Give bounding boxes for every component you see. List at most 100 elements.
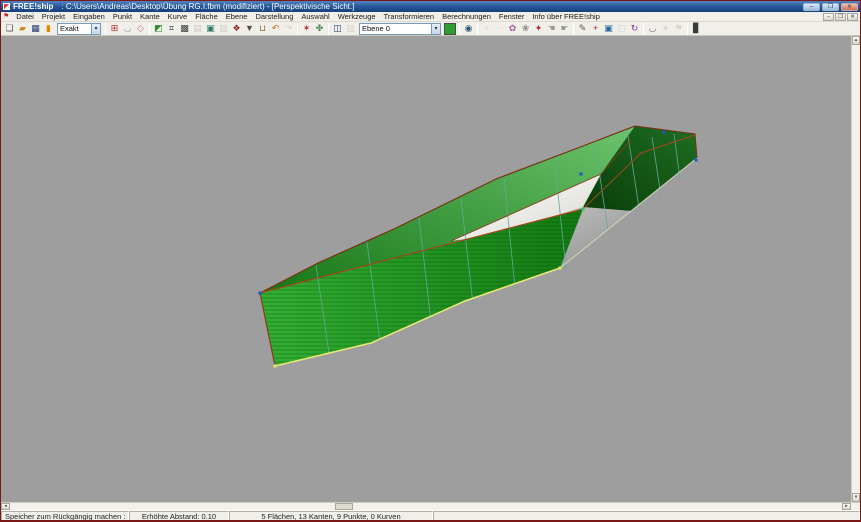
redo-icon[interactable]: ↷	[282, 22, 295, 35]
app-icon	[3, 3, 10, 10]
export-file-icon[interactable]: ▮	[42, 22, 55, 35]
menu-item-punkt[interactable]: Punkt	[109, 12, 136, 22]
scroll-up-icon[interactable]: ▴	[852, 36, 860, 45]
menu-item-transformieren[interactable]: Transformieren	[380, 12, 439, 22]
developability-icon[interactable]: ◇	[134, 22, 147, 35]
layer-color-swatch[interactable]	[444, 23, 456, 35]
status-undo-memory: Speicher zum Rückgängig machen : 126 Kb.	[1, 511, 129, 522]
menu-item-darstellung[interactable]: Darstellung	[251, 12, 297, 22]
lock-points-icon[interactable]: ✦	[532, 22, 545, 35]
save-file-icon[interactable]: ▦	[29, 22, 42, 35]
layer-combo-value: Ebene 0	[360, 24, 431, 33]
mdi-minimize-button[interactable]: –	[823, 13, 834, 21]
mdi-restore-button[interactable]: ❐	[835, 13, 846, 21]
interior-edges-icon[interactable]: ⊞	[108, 22, 121, 35]
menu-item-fl-che[interactable]: Fläche	[191, 12, 222, 22]
curvature-icon[interactable]: ◡	[121, 22, 134, 35]
toolbar-separator	[149, 23, 150, 35]
precision-combo-value: Exakt	[58, 24, 91, 33]
window-title: : C:\Users\Andreas\Desktop\Übung RG.I.fb…	[61, 2, 354, 11]
new-face-icon[interactable]: ✿	[506, 22, 519, 35]
normals-view-icon[interactable]: ✤	[313, 22, 326, 35]
wireframe-view-icon[interactable]: ✶	[300, 22, 313, 35]
control-net-icon[interactable]: ⌗	[165, 22, 178, 35]
mdi-close-button[interactable]: ✕	[847, 13, 858, 21]
background-blend-icon[interactable]: ▢	[615, 22, 628, 35]
toolbar-separator	[643, 23, 644, 35]
insert-plane-icon[interactable]: +	[589, 22, 602, 35]
intersect-layers-icon[interactable]: ✎	[576, 22, 589, 35]
layer-properties-icon[interactable]: ◉	[462, 22, 475, 35]
perspective-viewport[interactable]: ▴ ▾	[1, 36, 860, 502]
background-image-icon[interactable]: ▣	[602, 22, 615, 35]
chevron-down-icon[interactable]: ▾	[91, 24, 100, 34]
flowlines-icon[interactable]: ▼	[243, 22, 256, 35]
rotate-view-icon[interactable]: ↻	[628, 22, 641, 35]
close-button[interactable]: ✕	[841, 3, 858, 11]
layer-combo[interactable]: Ebene 0▾	[359, 23, 441, 35]
control-point[interactable]	[274, 365, 277, 368]
undo-icon[interactable]: ↶	[269, 22, 282, 35]
control-point[interactable]	[663, 131, 666, 134]
chevron-down-icon[interactable]: ▾	[431, 24, 440, 34]
new-file-icon[interactable]: ❏	[3, 22, 16, 35]
curve-tool-icon[interactable]: ◡	[646, 22, 659, 35]
menu-item-berechnungen[interactable]: Berechnungen	[438, 12, 495, 22]
both-sides-view-icon[interactable]: ◫	[331, 22, 344, 35]
waterlines-view-icon[interactable]: ▣	[204, 22, 217, 35]
menu-item-projekt[interactable]: Projekt	[38, 12, 69, 22]
menu-item-kurve[interactable]: Kurve	[164, 12, 192, 22]
control-point[interactable]	[582, 208, 585, 211]
open-file-icon[interactable]: ▰	[16, 22, 29, 35]
scroll-down-icon[interactable]: ▾	[852, 493, 860, 502]
toolbar-separator	[328, 23, 329, 35]
status-filler	[433, 511, 860, 521]
menu-item-kante[interactable]: Kante	[136, 12, 164, 22]
control-point[interactable]	[559, 267, 562, 270]
diagonals-view-icon[interactable]: ▨	[217, 22, 230, 35]
status-model-counts: 5 Flächen, 13 Kanten, 9 Punkte, 0 Kurven	[229, 511, 433, 522]
freeship-window: FREE!ship : C:\Users\Andreas\Desktop\Übun…	[0, 0, 861, 522]
menu-item-ebene[interactable]: Ebene	[222, 12, 252, 22]
control-point[interactable]	[580, 173, 583, 176]
buttocks-view-icon[interactable]: ▤	[191, 22, 204, 35]
keel-wizard-icon[interactable]: ✶	[659, 22, 672, 35]
grid-view-icon[interactable]: ▥	[344, 22, 357, 35]
menu-item-info-ber-free-ship[interactable]: Info über FREE!ship	[528, 12, 604, 22]
menu-item-werkzeuge[interactable]: Werkzeuge	[334, 12, 380, 22]
underwater-view-icon[interactable]: ⊔	[256, 22, 269, 35]
hydrostatics-icon[interactable]: ❖	[230, 22, 243, 35]
paint-face-icon[interactable]: ❀	[519, 22, 532, 35]
toolbar-separator	[459, 23, 460, 35]
menu-bar-items: DateiProjektEingabenPunktKanteKurveFläch…	[12, 12, 604, 22]
control-point[interactable]	[259, 292, 262, 295]
menu-item-auswahl[interactable]: Auswahl	[297, 12, 333, 22]
stations-view-icon[interactable]: ▩	[178, 22, 191, 35]
menu-bar: ⚑ DateiProjektEingabenPunktKanteKurveFlä…	[1, 12, 860, 22]
status-raise-distance: Erhöhte Abstand: 0.10	[129, 511, 229, 522]
add-point-icon[interactable]: +	[480, 22, 493, 35]
menu-item-datei[interactable]: Datei	[12, 12, 38, 22]
menu-item-fenster[interactable]: Fenster	[495, 12, 528, 22]
scroll-right-icon[interactable]: ▸	[842, 503, 851, 510]
toolbar-separator	[297, 23, 298, 35]
unlock-all-points-icon[interactable]: ☛	[558, 22, 571, 35]
app-name: FREE!ship	[13, 2, 53, 11]
shade-view-icon[interactable]: ◩	[152, 22, 165, 35]
precision-combo[interactable]: Exakt▾	[57, 23, 101, 35]
toolbar: ❏▰▦▮Exakt▾⊞◡◇◩⌗▩▤▣▨❖▼⊔↶↷✶✤◫▥Ebene 0▾◉+⋯✿…	[1, 22, 860, 36]
horizontal-scrollbar[interactable]: ◂ ▸	[1, 502, 860, 510]
add-edge-icon[interactable]: ⋯	[493, 22, 506, 35]
flag-tool-icon[interactable]: ⚑	[672, 22, 685, 35]
status-bar: Speicher zum Rückgängig machen : 126 Kb.…	[1, 510, 860, 521]
vertical-scrollbar[interactable]: ▴ ▾	[851, 36, 860, 502]
restore-button[interactable]: ❐	[822, 3, 839, 11]
minimize-button[interactable]: –	[803, 3, 820, 11]
document-icon: ⚑	[3, 12, 9, 21]
menu-item-eingaben[interactable]: Eingaben	[69, 12, 109, 22]
control-point[interactable]	[695, 159, 698, 162]
unlock-points-icon[interactable]: ☚	[545, 22, 558, 35]
close-tool-icon[interactable]: ▊	[690, 22, 703, 35]
scroll-left-icon[interactable]: ◂	[1, 503, 10, 510]
hscroll-thumb[interactable]	[335, 503, 353, 510]
